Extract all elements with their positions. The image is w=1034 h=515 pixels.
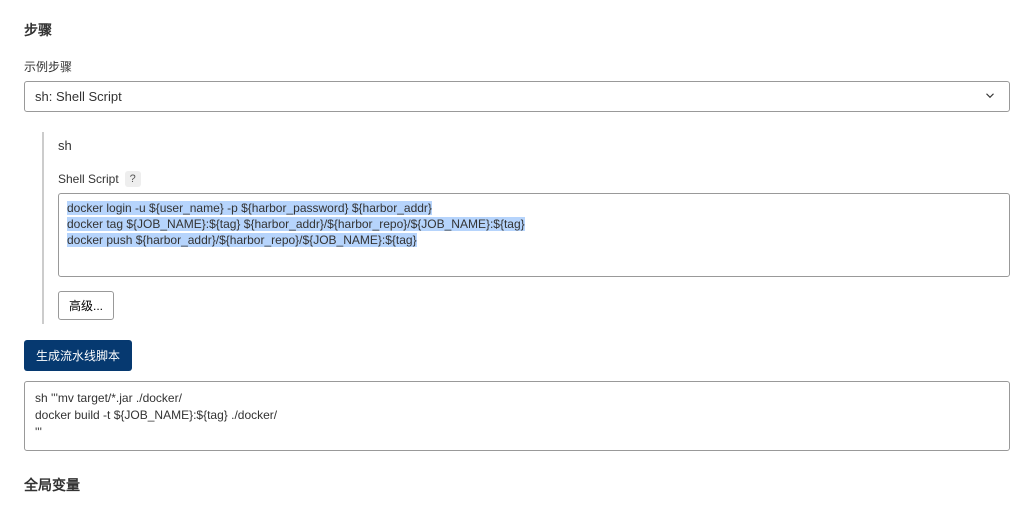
shell-script-label: Shell Script bbox=[58, 172, 119, 186]
steps-title: 步骤 bbox=[24, 20, 1010, 40]
shell-script-textarea[interactable]: docker login -u ${user_name} -p ${harbor… bbox=[58, 193, 1010, 277]
example-step-label: 示例步骤 bbox=[24, 58, 1010, 75]
step-type-selected: sh: Shell Script bbox=[35, 89, 122, 104]
step-panel-title: sh bbox=[58, 136, 1010, 153]
script-line-1: docker login -u ${user_name} -p ${harbor… bbox=[67, 201, 432, 215]
pipeline-output[interactable]: sh '''mv target/*.jar ./docker/ docker b… bbox=[24, 381, 1010, 451]
advanced-button[interactable]: 高级... bbox=[58, 291, 114, 320]
step-config-panel: sh Shell Script ? docker login -u ${user… bbox=[42, 132, 1010, 324]
chevron-down-icon bbox=[983, 88, 997, 105]
globals-title: 全局变量 bbox=[24, 475, 1010, 495]
step-type-select[interactable]: sh: Shell Script bbox=[24, 81, 1010, 112]
script-line-2: docker tag ${JOB_NAME}:${tag} ${harbor_a… bbox=[67, 217, 525, 231]
script-line-3: docker push ${harbor_addr}/${harbor_repo… bbox=[67, 233, 417, 247]
generate-pipeline-button[interactable]: 生成流水线脚本 bbox=[24, 340, 132, 371]
help-icon[interactable]: ? bbox=[125, 171, 141, 187]
